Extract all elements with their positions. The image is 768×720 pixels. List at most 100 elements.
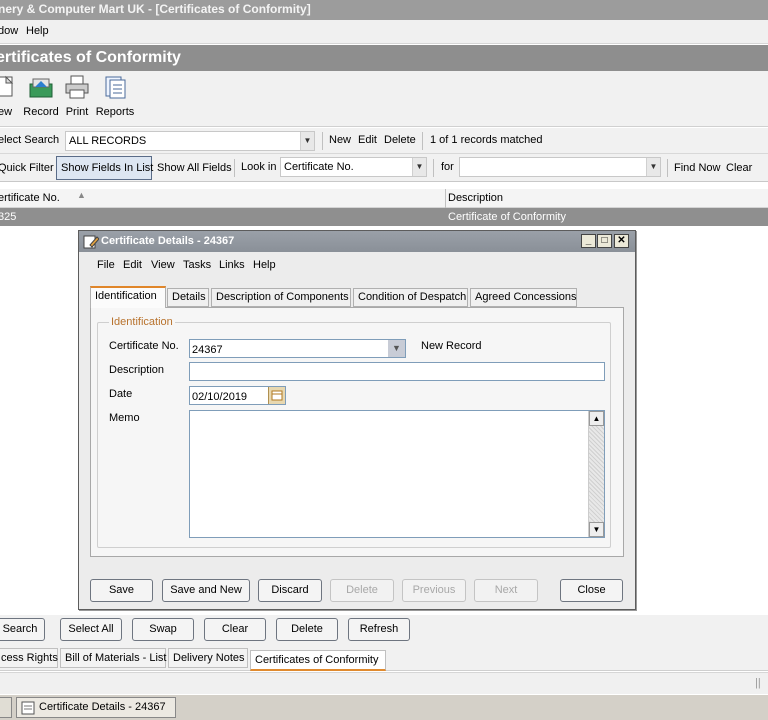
group-label: Identification: [109, 316, 175, 328]
date-field[interactable]: 02/10/2019: [189, 386, 286, 405]
window-title: nery & Computer Mart UK - [Certificates …: [0, 2, 311, 16]
save-button[interactable]: Save: [90, 579, 153, 602]
dialog-menu-view[interactable]: View: [151, 259, 175, 271]
select-search-value: ALL RECORDS: [69, 135, 147, 147]
quick-filter-button[interactable]: Quick Filter: [0, 162, 54, 174]
chevron-down-icon[interactable]: ▼: [300, 132, 314, 150]
separator: [322, 132, 323, 150]
description-label: Description: [109, 364, 165, 376]
separator: [445, 189, 446, 208]
look-in-value: Certificate No.: [284, 161, 354, 173]
certificate-details-dialog: Certificate Details - 24367 _ □ ✕ File E…: [78, 230, 636, 610]
discard-button[interactable]: Discard: [258, 579, 322, 602]
page-header: ertificates of Conformity: [0, 45, 768, 71]
separator: [667, 159, 668, 177]
delete-list-button[interactable]: Delete: [276, 618, 338, 641]
find-now-button[interactable]: Find Now: [674, 162, 720, 174]
reports-icon: [102, 75, 128, 99]
chevron-down-icon[interactable]: ▼: [388, 340, 405, 357]
tab-details[interactable]: Details: [167, 288, 209, 307]
clear-list-button[interactable]: Clear: [204, 618, 266, 641]
search-button[interactable]: Search: [0, 618, 45, 641]
new-icon: [0, 75, 18, 99]
select-search-label: elect Search: [0, 134, 60, 146]
delete-button[interactable]: Delete: [330, 579, 394, 602]
close-button[interactable]: Close: [560, 579, 623, 602]
search-new-link[interactable]: New: [329, 134, 351, 146]
separator: [422, 132, 423, 150]
select-all-button[interactable]: Select All: [60, 618, 122, 641]
dialog-menu-help[interactable]: Help: [253, 259, 276, 271]
taskbar: Certificate Details - 24367: [0, 694, 768, 720]
memo-field[interactable]: ▲ ▼: [189, 410, 605, 538]
previous-button[interactable]: Previous: [402, 579, 466, 602]
menu-help[interactable]: Help: [26, 25, 49, 37]
close-icon[interactable]: ✕: [614, 234, 629, 248]
show-all-fields-button[interactable]: Show All Fields: [157, 162, 232, 174]
new-button[interactable]: ew: [0, 75, 18, 118]
document-icon: [21, 701, 35, 715]
records-matched: 1 of 1 records matched: [430, 134, 543, 146]
tab-identification[interactable]: Identification: [90, 286, 166, 308]
cert-no-combo[interactable]: 24367 ▼: [189, 339, 406, 358]
dialog-menu-file[interactable]: File: [97, 259, 115, 271]
print-icon: [64, 75, 90, 99]
tab-certificates-of-conformity[interactable]: Certificates of Conformity: [250, 650, 386, 671]
for-label: for: [441, 161, 454, 173]
menu-bar: dow Help: [0, 20, 768, 44]
tab-description-of-components[interactable]: Description of Components: [211, 288, 351, 307]
tab-access-rights[interactable]: cess Rights: [0, 648, 58, 668]
next-button[interactable]: Next: [474, 579, 538, 602]
clear-button[interactable]: Clear: [726, 162, 752, 174]
page-title: ertificates of Conformity: [0, 49, 181, 66]
search-edit-link[interactable]: Edit: [358, 134, 377, 146]
swap-button[interactable]: Swap: [132, 618, 194, 641]
resize-grip-icon: ||: [755, 677, 761, 689]
table-row[interactable]: 325 Certificate of Conformity: [0, 208, 768, 226]
filter-bar: Quick Filter Show Fields In List Show Al…: [0, 154, 768, 182]
lower-button-bar: Search Select All Swap Clear Delete Refr…: [0, 615, 768, 645]
taskbar-item-prev[interactable]: [0, 697, 12, 718]
reports-button[interactable]: Reports: [94, 75, 136, 118]
scroll-down-icon[interactable]: ▼: [589, 522, 604, 537]
dialog-menu-links[interactable]: Links: [219, 259, 245, 271]
look-in-combo[interactable]: Certificate No. ▼: [280, 157, 427, 177]
description-field[interactable]: [189, 362, 605, 381]
memo-scrollbar[interactable]: ▲ ▼: [588, 411, 604, 537]
tab-condition-of-despatch[interactable]: Condition of Despatch: [353, 288, 468, 307]
new-record-status: New Record: [421, 340, 482, 352]
memo-label: Memo: [109, 412, 140, 424]
for-input[interactable]: ▼: [459, 157, 661, 177]
row-description: Certificate of Conformity: [448, 211, 566, 223]
tab-delivery-notes[interactable]: Delivery Notes: [168, 648, 248, 668]
search-delete-link[interactable]: Delete: [384, 134, 416, 146]
record-icon: [28, 75, 54, 99]
cert-no-label: Certificate No.: [109, 340, 179, 352]
column-header-cert-no[interactable]: ertificate No.: [0, 192, 60, 204]
show-fields-in-list-button[interactable]: Show Fields In List: [56, 156, 153, 180]
dialog-menu-edit[interactable]: Edit: [123, 259, 142, 271]
refresh-button[interactable]: Refresh: [348, 618, 410, 641]
scroll-up-icon[interactable]: ▲: [589, 411, 604, 426]
window-title-bar: nery & Computer Mart UK - [Certificates …: [0, 0, 768, 20]
select-search-combo[interactable]: ALL RECORDS ▼: [65, 131, 315, 151]
edit-document-icon: [83, 235, 99, 249]
tab-bill-of-materials[interactable]: Bill of Materials - List: [60, 648, 166, 668]
taskbar-item-certificate-details[interactable]: Certificate Details - 24367: [16, 697, 176, 718]
separator: [234, 159, 235, 177]
column-header-description[interactable]: Description: [448, 192, 503, 204]
search-bar: elect Search ALL RECORDS ▼ New Edit Dele…: [0, 128, 768, 154]
record-button[interactable]: Record: [23, 75, 59, 118]
calendar-icon[interactable]: [268, 387, 285, 404]
dialog-menu-tasks[interactable]: Tasks: [183, 259, 211, 271]
chevron-down-icon[interactable]: ▼: [412, 158, 426, 176]
tab-agreed-concessions[interactable]: Agreed Concessions: [470, 288, 577, 307]
chevron-down-icon[interactable]: ▼: [646, 158, 660, 176]
maximize-icon[interactable]: □: [597, 234, 612, 248]
date-label: Date: [109, 388, 133, 400]
menu-window[interactable]: dow: [0, 25, 18, 37]
dialog-title-bar[interactable]: Certificate Details - 24367 _ □ ✕: [79, 231, 635, 252]
print-button[interactable]: Print: [63, 75, 91, 118]
save-and-new-button[interactable]: Save and New: [162, 579, 250, 602]
minimize-icon[interactable]: _: [581, 234, 596, 248]
